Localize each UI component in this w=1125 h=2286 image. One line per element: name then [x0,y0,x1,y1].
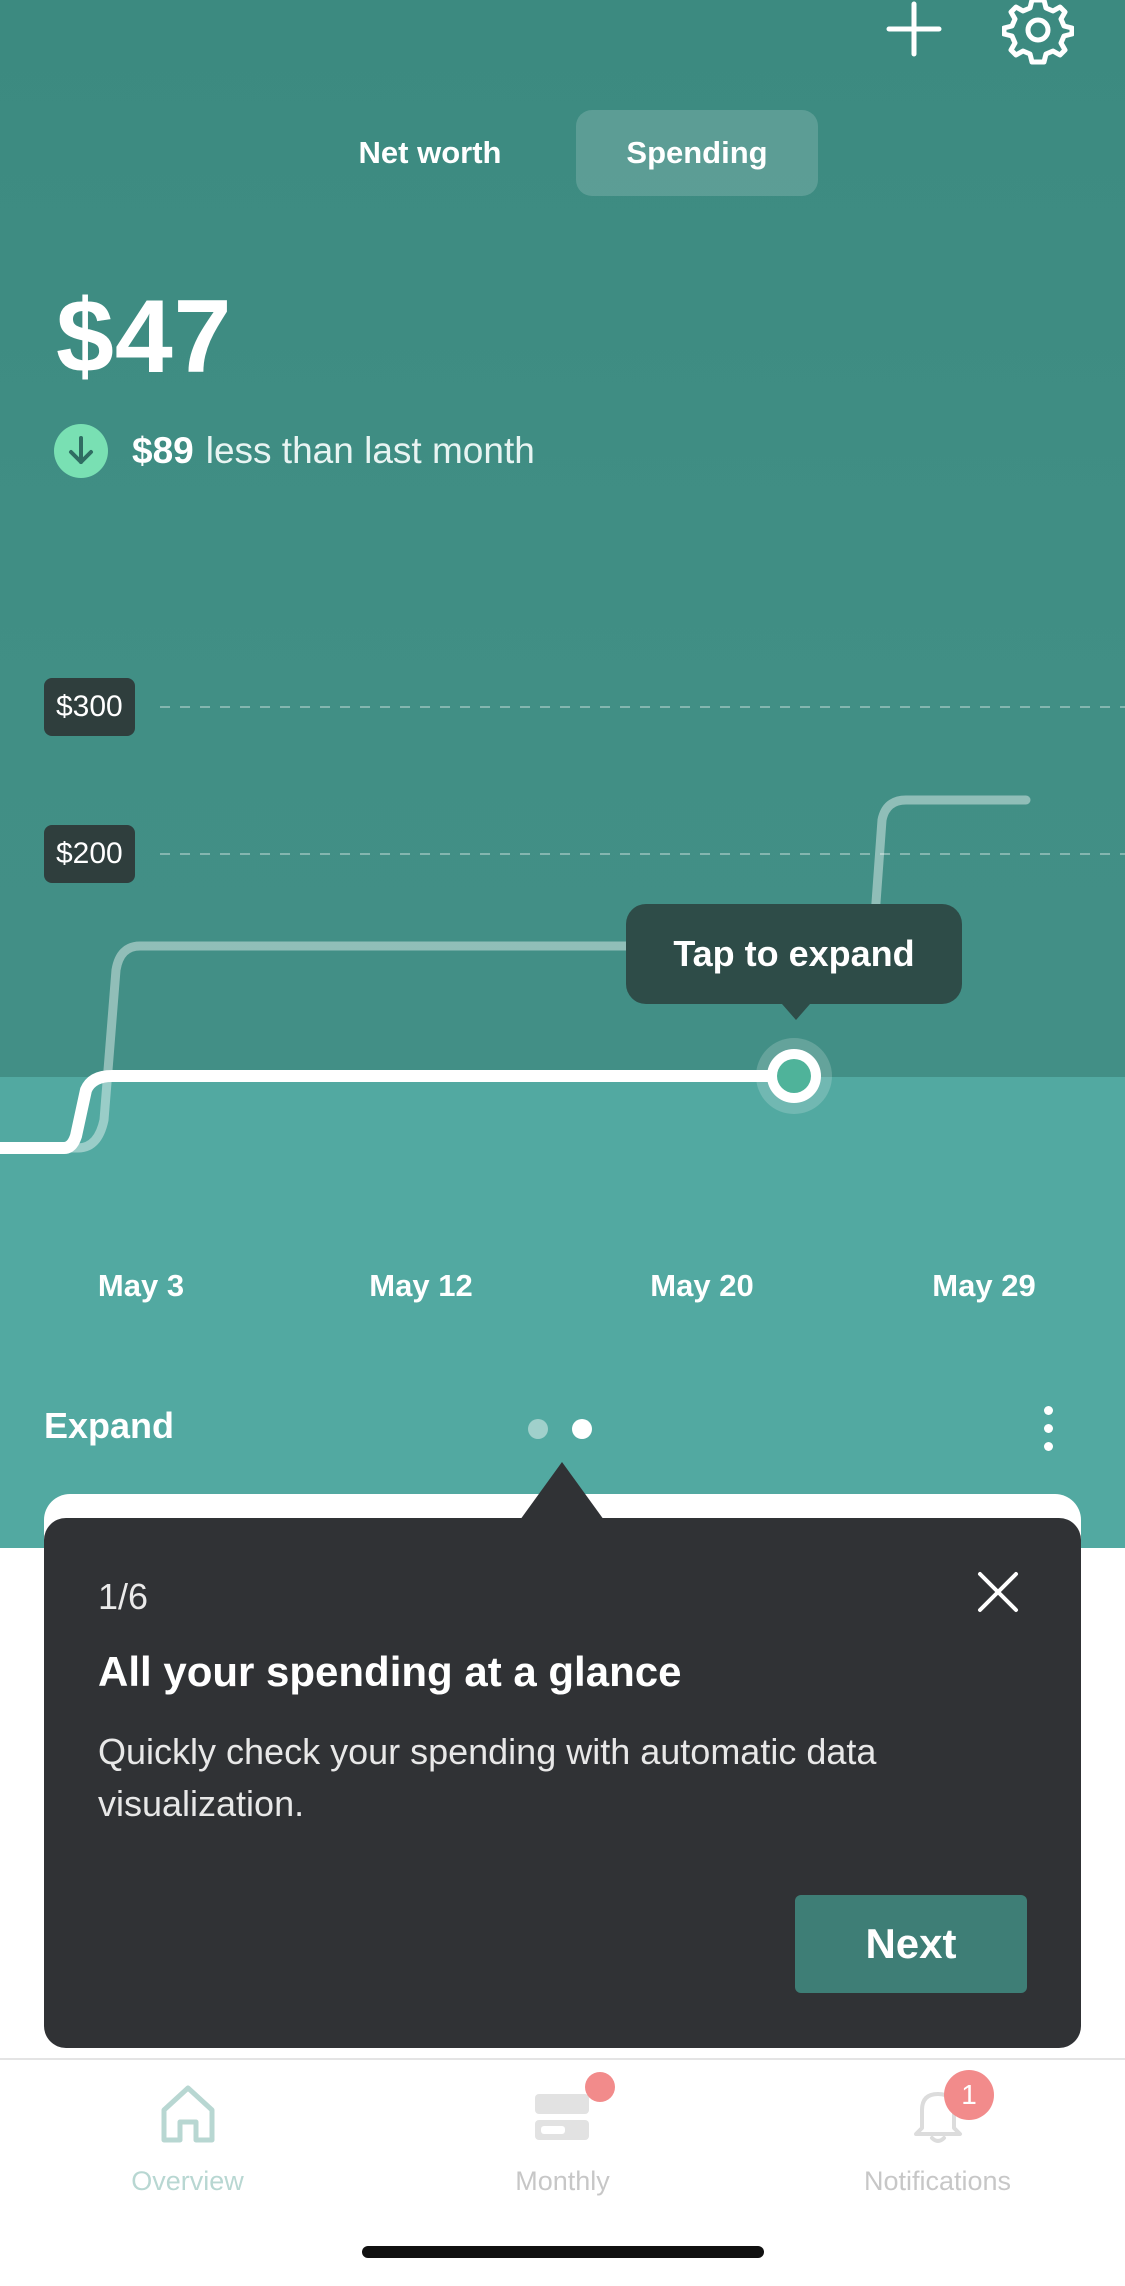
more-options-icon[interactable] [1036,1406,1060,1454]
this-month-line [0,1070,800,1154]
coachmark-title: All your spending at a glance [98,1648,682,1695]
tab-notifications[interactable]: 1 Notifications [750,2060,1125,2240]
coachmark-popover: 1/6 All your spending at a glance Quickl… [44,1518,1081,2048]
coachmark-step: 1/6 [98,1576,149,1617]
tab-overview[interactable]: Overview [0,2060,375,2240]
spending-chart[interactable] [0,0,1125,1300]
tab-monthly-label: Monthly [515,2166,610,2196]
tab-monthly[interactable]: Monthly [375,2060,750,2240]
x-label-may-29: May 29 [932,1268,1036,1303]
close-icon[interactable] [974,1568,1022,1616]
next-button[interactable]: Next [795,1895,1027,1993]
x-label-may-12: May 12 [369,1268,473,1303]
home-icon [161,2085,215,2143]
y-label-300: $300 [44,678,135,736]
y-label-200: $200 [44,825,135,883]
page-dot-2[interactable] [572,1419,592,1439]
coachmark-body: Quickly check your spending with automat… [98,1731,877,1824]
x-label-may-3: May 3 [97,1268,185,1303]
page-indicator[interactable] [528,1419,616,1439]
x-label-may-20: May 20 [650,1268,754,1303]
monthly-badge-dot [585,2072,615,2102]
tab-notifications-label: Notifications [863,2166,1012,2196]
expand-button[interactable]: Expand [44,1405,174,1447]
tap-to-expand-tooltip[interactable]: Tap to expand [626,904,962,1020]
notifications-badge: 1 [944,2070,994,2120]
calendar-icon [535,2094,589,2140]
coachmark-pointer [520,1462,604,1520]
tab-overview-label: Overview [131,2166,244,2196]
page-dot-1[interactable] [528,1419,548,1439]
home-indicator [362,2246,764,2258]
